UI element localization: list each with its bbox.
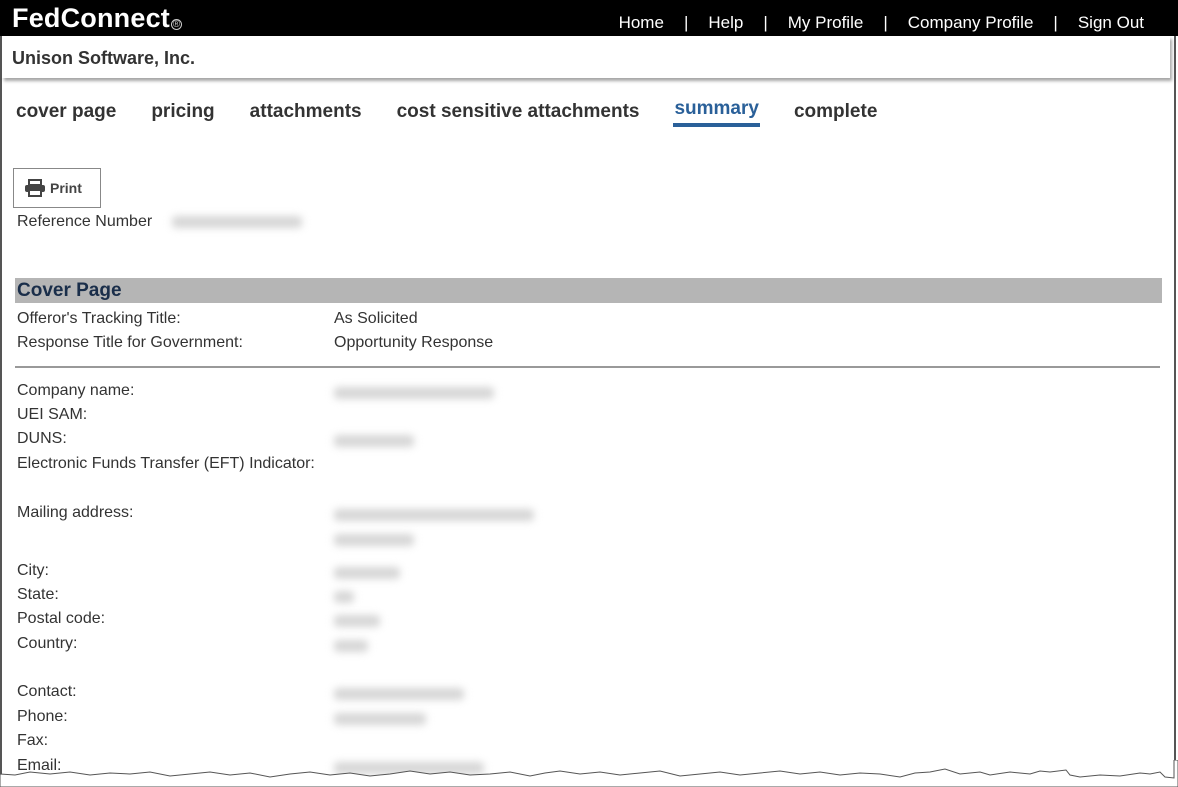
nav-sign-out-link[interactable]: Sign Out xyxy=(1078,13,1144,33)
field-label: Company name: xyxy=(17,382,135,399)
print-label: Print xyxy=(50,180,82,196)
field-value-redacted xyxy=(334,614,380,632)
tab-pricing[interactable]: pricing xyxy=(151,101,214,123)
company-name: Unison Software, Inc. xyxy=(12,48,196,68)
printer-icon xyxy=(25,179,45,197)
field-label: Fax: xyxy=(17,732,49,749)
field-label: Offeror's Tracking Title: xyxy=(17,310,181,327)
field-value: As Solicited xyxy=(334,310,418,327)
field-value-redacted xyxy=(334,566,400,584)
field-value-redacted xyxy=(334,687,464,705)
tab-attachments[interactable]: attachments xyxy=(250,101,362,123)
tab-summary[interactable]: summary xyxy=(673,98,760,127)
reference-number-value-redacted xyxy=(172,216,302,228)
top-bar: FedConnect ® Home | Help | My Profile | C… xyxy=(0,0,1178,36)
divider xyxy=(15,366,1160,368)
field-label: State: xyxy=(17,586,59,603)
top-nav: Home | Help | My Profile | Company Profi… xyxy=(619,13,1144,33)
field-label: Electronic Funds Transfer (EFT) Indicato… xyxy=(17,455,315,472)
nav-my-profile-link[interactable]: My Profile xyxy=(788,13,864,33)
field-label: Response Title for Government: xyxy=(17,334,243,351)
reference-number: Reference Number xyxy=(17,213,302,231)
field-label: Mailing address: xyxy=(17,504,134,521)
field-value-redacted xyxy=(334,434,414,452)
field-value-redacted xyxy=(334,590,354,608)
nav-company-profile-link[interactable]: Company Profile xyxy=(908,13,1034,33)
tab-cost-sensitive-attachments[interactable]: cost sensitive attachments xyxy=(397,101,640,123)
section-header-cover-page: Cover Page xyxy=(15,278,1162,303)
logo-text: FedConnect xyxy=(12,3,171,33)
field-label: Contact: xyxy=(17,683,77,700)
reference-number-label: Reference Number xyxy=(17,213,153,230)
nav-separator: | xyxy=(883,13,888,32)
tab-cover-page[interactable]: cover page xyxy=(16,101,116,123)
registered-mark-icon: ® xyxy=(171,19,183,30)
nav-separator: | xyxy=(683,13,689,32)
fedconnect-logo[interactable]: FedConnect ® xyxy=(12,3,183,34)
nav-home-link[interactable]: Home xyxy=(619,13,664,33)
company-bar: Unison Software, Inc. xyxy=(2,36,1170,78)
tab-complete[interactable]: complete xyxy=(794,101,877,123)
field-value-redacted xyxy=(334,639,368,657)
step-tabs: cover page pricing attachments cost sens… xyxy=(16,98,912,127)
field-label: Postal code: xyxy=(17,610,106,627)
nav-separator: | xyxy=(1053,13,1058,32)
field-label: UEI SAM: xyxy=(17,406,88,423)
nav-separator: | xyxy=(763,13,768,32)
nav-help-link[interactable]: Help xyxy=(708,13,743,33)
print-button[interactable]: Print xyxy=(13,168,101,208)
field-label: Phone: xyxy=(17,708,68,725)
field-label: City: xyxy=(17,562,49,579)
field-value-redacted xyxy=(334,508,534,551)
field-value-redacted xyxy=(334,712,426,730)
field-value: Opportunity Response xyxy=(334,334,494,351)
field-label: Country: xyxy=(17,635,78,652)
field-value-redacted xyxy=(334,386,494,404)
field-label: DUNS: xyxy=(17,430,67,447)
section-title: Cover Page xyxy=(17,280,122,301)
torn-edge xyxy=(0,760,1178,787)
